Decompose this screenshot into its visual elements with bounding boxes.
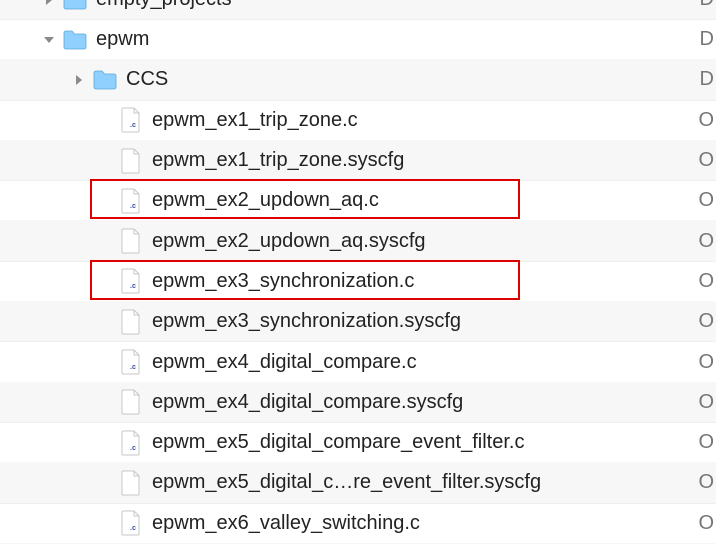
file-icon xyxy=(118,148,144,174)
name-column: .c epwm_ex5_digital_compare_event_filter.… xyxy=(0,430,694,456)
name-column: .c epwm_ex6_valley_switching.c xyxy=(0,510,694,536)
file-row[interactable]: epwm_ex3_synchronization.syscfg O xyxy=(0,302,716,342)
folder-icon xyxy=(62,27,88,53)
item-name: epwm xyxy=(96,28,149,51)
folder-row[interactable]: empty_projects D xyxy=(0,0,716,20)
file-row[interactable]: .c epwm_ex2_updown_aq.c O xyxy=(0,181,716,221)
item-name: epwm_ex3_synchronization.syscfg xyxy=(152,310,461,333)
status-label: O xyxy=(694,431,716,454)
item-name: epwm_ex5_digital_c…re_event_filter.syscf… xyxy=(152,471,541,494)
status-label: O xyxy=(694,270,716,293)
file-row[interactable]: .c epwm_ex3_synchronization.c O xyxy=(0,262,716,302)
svg-text:.c: .c xyxy=(130,525,136,532)
item-name: epwm_ex2_updown_aq.c xyxy=(152,189,379,212)
name-column: .c epwm_ex1_trip_zone.c xyxy=(0,107,694,133)
name-column: CCS xyxy=(0,67,694,93)
item-name: epwm_ex4_digital_compare.syscfg xyxy=(152,391,463,414)
chevron-right-icon[interactable] xyxy=(42,0,56,5)
c-file-icon: .c xyxy=(118,349,144,375)
svg-text:.c: .c xyxy=(130,203,136,210)
file-icon xyxy=(118,389,144,415)
name-column: .c epwm_ex2_updown_aq.c xyxy=(0,188,694,214)
item-name: epwm_ex4_digital_compare.c xyxy=(152,351,417,374)
status-label: O xyxy=(694,391,716,414)
name-column: empty_projects xyxy=(0,0,694,13)
file-icon xyxy=(118,228,144,254)
file-icon xyxy=(118,309,144,335)
svg-text:.c: .c xyxy=(130,283,136,290)
status-label: O xyxy=(694,230,716,253)
status-label: O xyxy=(694,109,716,132)
file-icon xyxy=(118,470,144,496)
item-name: empty_projects xyxy=(96,0,232,11)
chevron-right-icon[interactable] xyxy=(72,75,86,85)
item-name: epwm_ex6_valley_switching.c xyxy=(152,512,420,535)
status-label: D xyxy=(694,0,716,11)
c-file-icon: .c xyxy=(118,107,144,133)
c-file-icon: .c xyxy=(118,268,144,294)
name-column: epwm_ex4_digital_compare.syscfg xyxy=(0,389,694,415)
file-row[interactable]: epwm_ex5_digital_c…re_event_filter.syscf… xyxy=(0,463,716,503)
name-column: .c epwm_ex3_synchronization.c xyxy=(0,268,694,294)
status-label: O xyxy=(694,189,716,212)
item-name: epwm_ex3_synchronization.c xyxy=(152,270,414,293)
file-row[interactable]: .c epwm_ex5_digital_compare_event_filter.… xyxy=(0,423,716,463)
name-column: epwm_ex1_trip_zone.syscfg xyxy=(0,148,694,174)
c-file-icon: .c xyxy=(118,510,144,536)
c-file-icon: .c xyxy=(118,430,144,456)
item-name: epwm_ex1_trip_zone.c xyxy=(152,109,358,132)
item-name: epwm_ex5_digital_compare_event_filter.c xyxy=(152,431,524,454)
folder-row[interactable]: CCS D xyxy=(0,60,716,100)
status-label: D xyxy=(694,28,716,51)
status-label: O xyxy=(694,351,716,374)
status-label: O xyxy=(694,471,716,494)
status-label: O xyxy=(694,149,716,172)
folder-icon xyxy=(92,67,118,93)
file-row[interactable]: epwm_ex1_trip_zone.syscfg O xyxy=(0,141,716,181)
svg-text:.c: .c xyxy=(130,122,136,129)
file-row[interactable]: .c epwm_ex4_digital_compare.c O xyxy=(0,342,716,382)
name-column: epwm_ex3_synchronization.syscfg xyxy=(0,309,694,335)
folder-row[interactable]: epwm D xyxy=(0,20,716,60)
file-row[interactable]: epwm_ex2_updown_aq.syscfg O xyxy=(0,221,716,261)
chevron-down-icon[interactable] xyxy=(42,35,56,45)
folder-icon xyxy=(62,0,88,13)
item-name: epwm_ex2_updown_aq.syscfg xyxy=(152,230,426,253)
svg-text:.c: .c xyxy=(130,364,136,371)
name-column: .c epwm_ex4_digital_compare.c xyxy=(0,349,694,375)
name-column: epwm_ex5_digital_c…re_event_filter.syscf… xyxy=(0,470,694,496)
file-row[interactable]: .c epwm_ex1_trip_zone.c O xyxy=(0,101,716,141)
status-label: O xyxy=(694,310,716,333)
c-file-icon: .c xyxy=(118,188,144,214)
svg-text:.c: .c xyxy=(130,445,136,452)
name-column: epwm xyxy=(0,27,694,53)
file-row[interactable]: .c epwm_ex6_valley_switching.c O xyxy=(0,504,716,544)
item-name: epwm_ex1_trip_zone.syscfg xyxy=(152,149,404,172)
file-row[interactable]: epwm_ex4_digital_compare.syscfg O xyxy=(0,383,716,423)
status-label: O xyxy=(694,512,716,535)
status-label: D xyxy=(694,68,716,91)
item-name: CCS xyxy=(126,68,168,91)
name-column: epwm_ex2_updown_aq.syscfg xyxy=(0,228,694,254)
